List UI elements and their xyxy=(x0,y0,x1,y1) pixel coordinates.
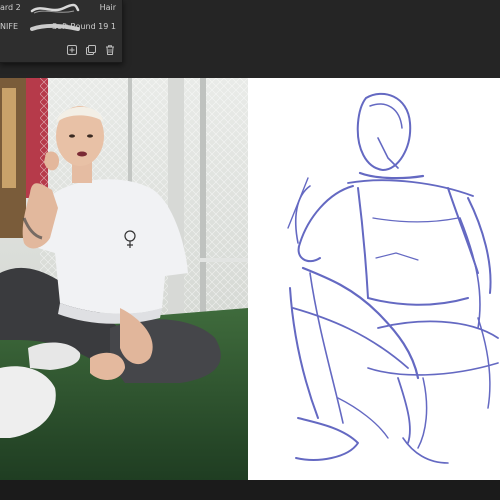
bottom-status-bar xyxy=(0,480,500,500)
brush-group-label: NIFE xyxy=(0,22,18,31)
reference-photo-image xyxy=(0,78,248,480)
brush-panel-toolbar xyxy=(0,42,122,60)
add-brush-icon[interactable] xyxy=(66,44,78,56)
brush-group-label: ard 2 xyxy=(0,3,21,12)
delete-brush-icon[interactable] xyxy=(104,44,116,56)
brush-stroke-preview xyxy=(30,3,80,14)
reference-photo xyxy=(0,78,248,480)
gesture-sketch xyxy=(287,93,499,464)
brush-item-soft-round[interactable]: NIFE Soft Round 19 1 xyxy=(0,19,122,38)
duplicate-brush-icon[interactable] xyxy=(85,44,97,56)
drawing-canvas[interactable] xyxy=(248,78,500,480)
brush-item-hair[interactable]: ard 2 Hair xyxy=(0,0,122,19)
brush-library-panel: ard 2 Hair NIFE Soft Round 19 1 xyxy=(0,0,123,63)
brush-name-label: Hair xyxy=(99,3,116,12)
brush-name-label: Soft Round 19 1 xyxy=(52,22,116,31)
